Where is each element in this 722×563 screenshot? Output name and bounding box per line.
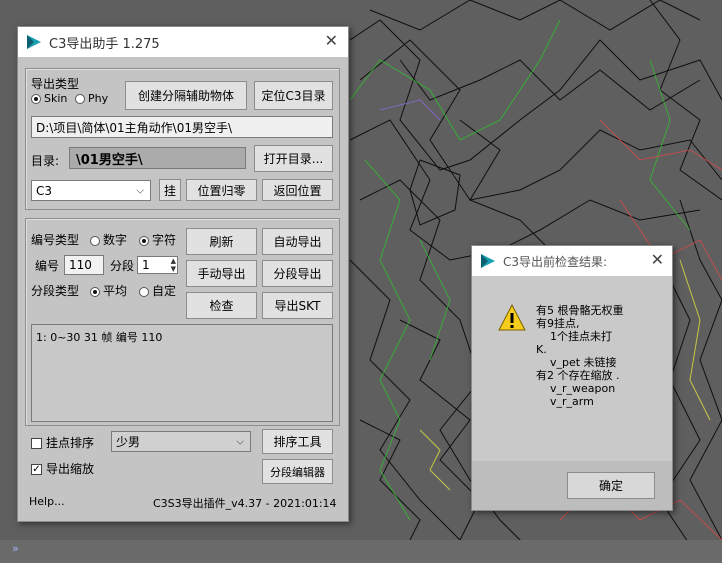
message-line: K. <box>536 343 547 356</box>
export-scale-checkbox[interactable]: ✓ 导出缩放 <box>31 460 94 477</box>
hang-button[interactable]: 挂 <box>159 179 181 201</box>
stepper-arrows-icon[interactable]: ▲ ▼ <box>171 257 176 273</box>
radio-phy-indicator[interactable] <box>75 94 85 104</box>
sort-hang-points-label: 挂点排序 <box>46 436 95 450</box>
manual-export-button[interactable]: 手动导出 <box>186 260 257 287</box>
radio-average[interactable]: 平均 <box>90 282 127 299</box>
radio-phy[interactable]: Phy <box>75 92 108 105</box>
main-window: C3导出助手 1.275 ✕ 导出类型 Skin Phy 创建分隔辅助物体 定位… <box>17 26 349 522</box>
export-scale-label: 导出缩放 <box>46 462 95 476</box>
message-line: 有2 个存在缩放 . <box>536 369 620 382</box>
radio-char[interactable]: 字符 <box>139 231 176 248</box>
radio-custom-indicator[interactable] <box>139 286 149 297</box>
dialog-title: C3导出前检查结果: <box>503 254 608 269</box>
list-item[interactable]: 1: 0~30 31 帧 编号 110 <box>36 329 328 345</box>
path-field[interactable]: D:\项目\简体\01主角动作\01男空手\ <box>31 116 333 138</box>
radio-skin-label: Skin <box>44 92 68 105</box>
radio-custom-label: 自定 <box>152 284 177 298</box>
message-line: 有5 根骨骼无权重 <box>536 304 624 317</box>
locate-c3-button[interactable]: 定位C3目录 <box>254 81 333 110</box>
segment-stepper[interactable]: 1 ▲ ▼ <box>137 256 178 274</box>
radio-char-indicator[interactable] <box>139 235 149 246</box>
main-titlebar[interactable]: C3导出助手 1.275 ✕ <box>18 27 348 57</box>
chevron-down-icon: ⌵ <box>136 185 144 196</box>
segment-stepper-value: 1 <box>142 258 150 272</box>
version-text: C3S3导出插件_v4.37 - 2021:01:14 <box>153 497 337 510</box>
close-icon[interactable]: ✕ <box>651 252 664 268</box>
radio-phy-label: Phy <box>88 92 109 105</box>
format-select[interactable]: C3 ⌵ <box>31 180 151 201</box>
radio-char-label: 字符 <box>152 233 177 247</box>
radio-custom[interactable]: 自定 <box>139 282 176 299</box>
open-dir-button[interactable]: 打开目录... <box>254 145 333 172</box>
radio-number-indicator[interactable] <box>90 235 100 246</box>
message-line: 有9挂点, <box>536 317 580 330</box>
app-icon <box>481 254 495 268</box>
numbering-type-label: 编号类型 <box>31 233 80 247</box>
reset-position-button[interactable]: 位置归零 <box>186 179 257 201</box>
sort-hang-points-checkbox[interactable]: 挂点排序 <box>31 434 94 451</box>
radio-number-label: 数字 <box>103 233 128 247</box>
dialog-message: 有5 根骨骼无权重 有9挂点, 1个挂点未打 K. v_pet 未链接 有2 个… <box>536 304 666 408</box>
export-skt-button[interactable]: 导出SKT <box>262 292 333 319</box>
radio-average-label: 平均 <box>103 284 128 298</box>
return-position-button[interactable]: 返回位置 <box>262 179 333 201</box>
dir-value: \01男空手\ <box>69 147 246 169</box>
radio-skin-indicator[interactable] <box>31 94 41 104</box>
message-line: v_r_weapon <box>536 382 616 395</box>
ok-button[interactable]: 确定 <box>567 472 655 499</box>
auto-export-button[interactable]: 自动导出 <box>262 228 333 255</box>
main-window-title: C3导出助手 1.275 <box>49 36 160 52</box>
radio-average-indicator[interactable] <box>90 286 100 297</box>
chevron-down-icon: ⌵ <box>236 436 244 447</box>
sort-hang-points-box[interactable] <box>31 438 42 449</box>
message-line: v_r_arm <box>536 395 594 408</box>
warning-icon <box>498 303 526 331</box>
segments-list[interactable]: 1: 0~30 31 帧 编号 110 <box>31 324 333 422</box>
character-select[interactable]: 少男 ⌵ <box>111 431 251 452</box>
radio-skin[interactable]: Skin <box>31 92 67 105</box>
radio-number[interactable]: 数字 <box>90 231 127 248</box>
character-select-value: 少男 <box>116 435 141 449</box>
segment-editor-button[interactable]: 分段编辑器 <box>262 459 333 484</box>
number-label: 编号 <box>35 259 60 273</box>
app-icon <box>27 35 41 49</box>
segment-label: 分段 <box>110 259 135 273</box>
segment-export-button[interactable]: 分段导出 <box>262 260 333 287</box>
dialog-titlebar[interactable]: C3导出前检查结果: ✕ <box>472 246 672 276</box>
create-helper-button[interactable]: 创建分隔辅助物体 <box>125 81 247 110</box>
format-select-value: C3 <box>36 183 53 198</box>
refresh-button[interactable]: 刷新 <box>186 228 257 255</box>
help-link[interactable]: Help... <box>29 495 65 508</box>
message-line: v_pet 未链接 <box>536 356 617 369</box>
sort-tool-button[interactable]: 排序工具 <box>262 429 333 454</box>
check-button[interactable]: 检查 <box>186 292 257 319</box>
segment-type-label: 分段类型 <box>31 284 80 298</box>
close-icon[interactable]: ✕ <box>325 33 338 49</box>
message-line: 1个挂点未打 <box>536 330 612 343</box>
export-type-label: 导出类型 <box>31 77 80 91</box>
check-result-dialog: C3导出前检查结果: ✕ 有5 根骨骼无权重 有9挂点, 1个挂点未打 K. v… <box>471 245 673 511</box>
number-input[interactable]: 110 <box>64 255 104 275</box>
dir-label: 目录: <box>31 154 60 168</box>
viewport-corner-arrows[interactable]: » <box>12 542 19 555</box>
export-scale-box[interactable]: ✓ <box>31 464 42 475</box>
